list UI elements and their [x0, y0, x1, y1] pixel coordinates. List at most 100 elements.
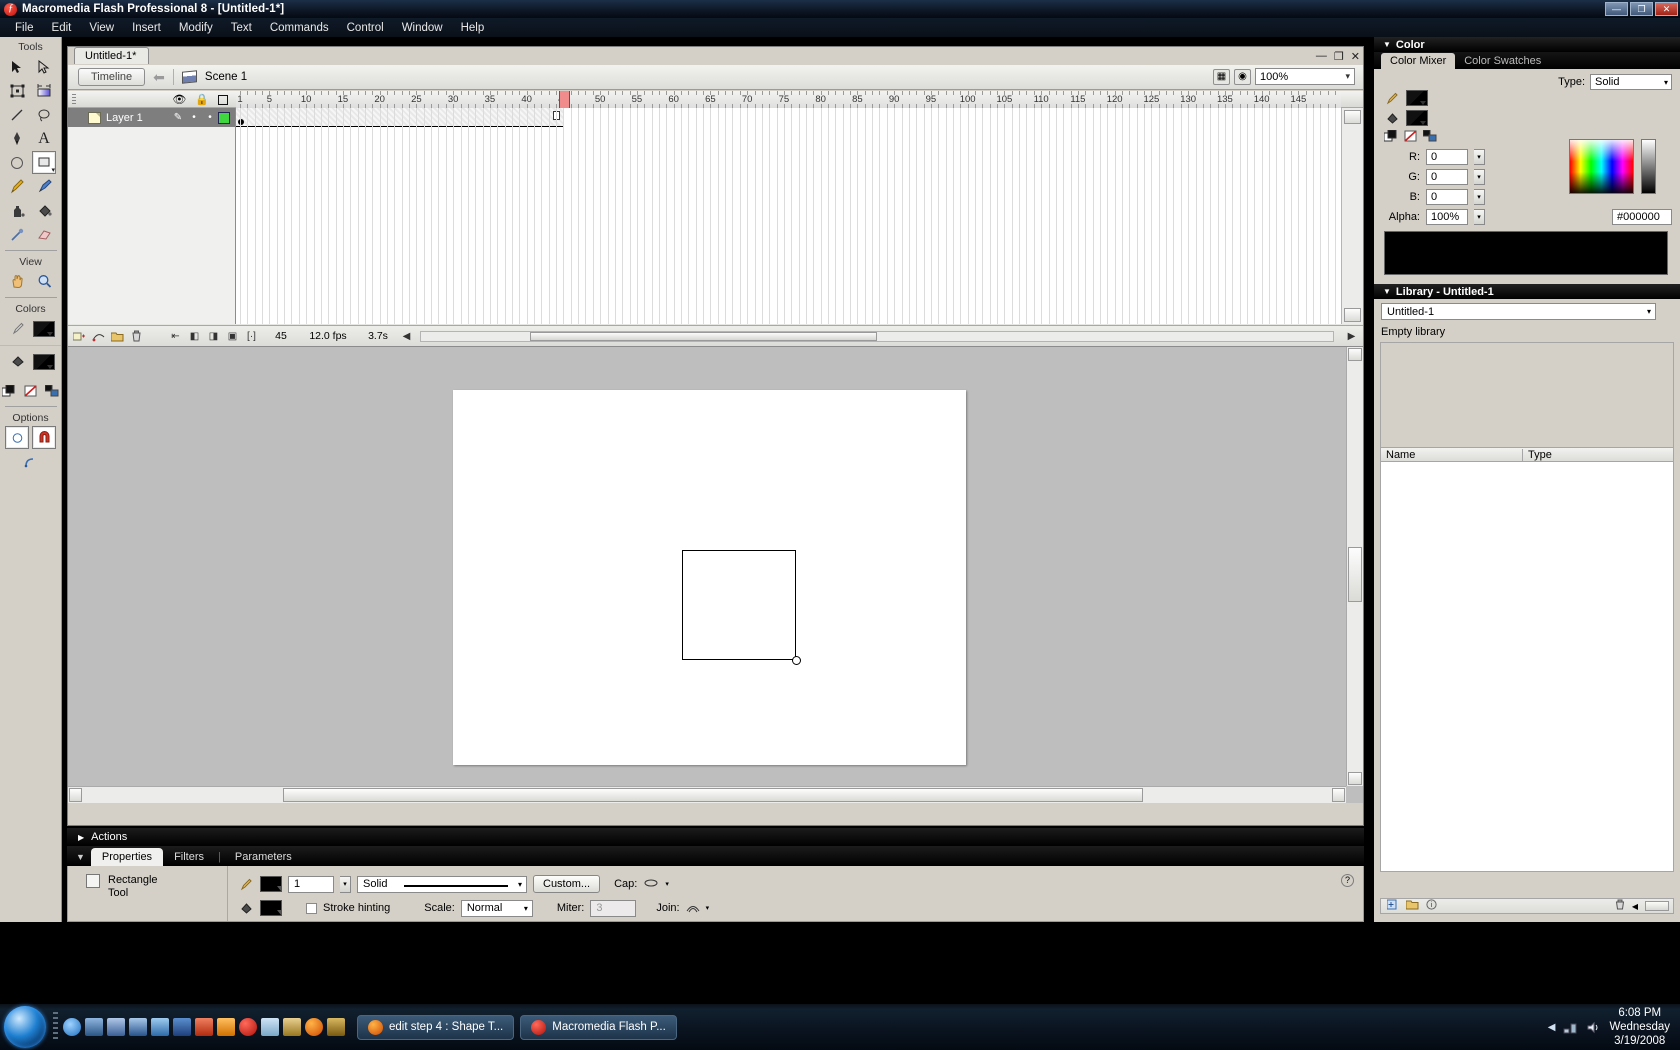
frame-column[interactable]	[879, 108, 881, 324]
word-icon[interactable]	[173, 1018, 191, 1036]
frame-column[interactable]	[497, 108, 499, 324]
frame-column[interactable]	[1114, 108, 1116, 324]
frame-column[interactable]	[989, 108, 991, 324]
mixer-black-white-icon[interactable]	[1383, 129, 1398, 145]
b-stepper[interactable]: ▾	[1474, 189, 1485, 205]
frame-column[interactable]	[1055, 108, 1057, 324]
frame-column[interactable]	[291, 108, 293, 324]
frame-column[interactable]	[813, 108, 815, 324]
frame-column[interactable]	[997, 108, 999, 324]
library-panel-header[interactable]: ▼ Library - Untitled-1	[1374, 284, 1680, 299]
frame-column[interactable]	[1077, 108, 1079, 324]
frame-column[interactable]	[372, 108, 374, 324]
frame-column[interactable]	[284, 108, 286, 324]
frame-column[interactable]	[585, 108, 587, 324]
library-properties-icon[interactable]: i	[1426, 899, 1437, 913]
fill-color-picker[interactable]	[260, 900, 282, 916]
luminance-slider[interactable]	[1641, 139, 1656, 194]
menu-item-text[interactable]: Text	[222, 20, 261, 36]
frame-column[interactable]	[960, 108, 962, 324]
frame-column[interactable]	[754, 108, 756, 324]
frame-column[interactable]	[1291, 108, 1293, 324]
frame-column[interactable]	[952, 108, 954, 324]
stage-vscroll-thumb[interactable]	[1348, 547, 1362, 602]
frame-column[interactable]	[938, 108, 940, 324]
frame-column[interactable]	[1173, 108, 1175, 324]
tl-scroll-down[interactable]	[1344, 308, 1361, 322]
maximize-button[interactable]: ❐	[1630, 2, 1653, 16]
frame-column[interactable]	[681, 108, 682, 324]
frame-column[interactable]	[835, 108, 837, 324]
frame-column[interactable]	[409, 108, 411, 324]
alpha-input[interactable]: 100%	[1426, 209, 1468, 225]
frame-column[interactable]	[592, 108, 594, 324]
g-stepper[interactable]: ▾	[1474, 169, 1485, 185]
frame-column[interactable]	[1261, 108, 1263, 324]
frame-column[interactable]	[387, 108, 388, 324]
library-column-name[interactable]: Name	[1381, 448, 1523, 461]
frame-column[interactable]	[1276, 108, 1278, 324]
close-button[interactable]: ✕	[1655, 2, 1678, 16]
ink-bottle-tool[interactable]	[5, 199, 29, 222]
stroke-width-stepper[interactable]: ▾	[340, 875, 351, 893]
frame-column[interactable]	[1122, 108, 1123, 324]
cap-dropdown-caret[interactable]: ▾	[665, 880, 669, 888]
frame-column[interactable]	[1048, 108, 1050, 324]
rectangle-tool[interactable]: ▾	[32, 151, 56, 174]
menu-item-view[interactable]: View	[80, 20, 123, 36]
tl-scroll-up[interactable]	[1344, 110, 1361, 124]
library-document-select[interactable]: Untitled-1	[1381, 303, 1656, 320]
doc-restore-button[interactable]: ❐	[1334, 50, 1344, 63]
b-input[interactable]: 0	[1426, 189, 1468, 205]
frame-column[interactable]	[1011, 108, 1013, 324]
recycle-icon[interactable]	[261, 1018, 279, 1036]
library-resize-grip[interactable]	[1645, 901, 1669, 911]
frame-column[interactable]	[1063, 108, 1065, 324]
frame-column[interactable]	[636, 108, 638, 324]
frame-column[interactable]	[394, 108, 396, 324]
fill-color-swatch[interactable]	[33, 353, 55, 370]
frame-column[interactable]	[791, 108, 793, 324]
frame-column[interactable]	[1107, 108, 1109, 324]
frame-column[interactable]	[1269, 108, 1270, 324]
r-stepper[interactable]: ▾	[1474, 149, 1485, 165]
frame-column[interactable]	[776, 108, 778, 324]
stage-scroll-right[interactable]	[1332, 788, 1345, 802]
window-icon[interactable]	[129, 1018, 147, 1036]
frame-column[interactable]	[967, 108, 969, 324]
start-button[interactable]	[4, 1006, 46, 1048]
tab-color-mixer[interactable]: Color Mixer	[1381, 53, 1456, 69]
layer-name[interactable]: Layer 1	[106, 112, 170, 124]
menu-item-edit[interactable]: Edit	[43, 20, 81, 36]
actions-panel-header[interactable]: ▶ Actions	[67, 828, 1364, 846]
swap-colors-icon[interactable]	[43, 379, 61, 402]
frame-column[interactable]	[1202, 108, 1204, 324]
free-transform-tool[interactable]	[5, 79, 29, 102]
frame-column[interactable]	[703, 108, 705, 324]
object-drawing-option[interactable]	[5, 426, 29, 449]
frame-column[interactable]	[798, 108, 800, 324]
frame-column[interactable]	[1224, 108, 1226, 324]
frame-column[interactable]	[1320, 108, 1322, 324]
gradient-transform-tool[interactable]	[32, 79, 56, 102]
frame-column[interactable]	[886, 108, 888, 324]
stroke-color-swatch[interactable]	[33, 320, 55, 337]
frame-column[interactable]	[1070, 108, 1072, 324]
zoom-tool[interactable]	[32, 270, 56, 293]
playhead-marker[interactable]	[559, 91, 571, 108]
network-icon[interactable]	[1563, 1020, 1578, 1035]
stage-canvas[interactable]	[453, 390, 966, 765]
frame-column[interactable]	[739, 108, 741, 324]
frame-column[interactable]	[614, 108, 616, 324]
show-desktop-icon[interactable]	[85, 1018, 103, 1036]
frame-column[interactable]	[401, 108, 403, 324]
frame-column[interactable]	[725, 108, 727, 324]
firefox-icon[interactable]	[305, 1018, 323, 1036]
task-button-flash[interactable]: Macromedia Flash P...	[520, 1014, 677, 1040]
frame-column[interactable]	[511, 108, 513, 324]
timeline-ruler[interactable]: 1510152025303540455055606570758085909510…	[236, 91, 1341, 108]
frame-column[interactable]	[445, 108, 447, 324]
shape-resize-handle[interactable]	[792, 656, 801, 665]
frame-column[interactable]	[262, 108, 264, 324]
menu-item-control[interactable]: Control	[338, 20, 393, 36]
